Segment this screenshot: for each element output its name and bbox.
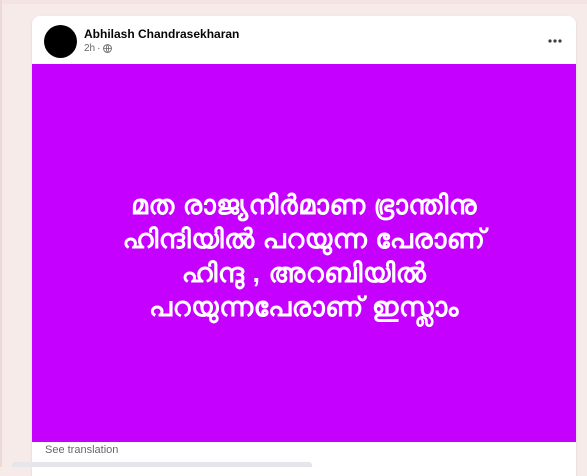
post-image[interactable]: മത രാജ്യനിർമാണ ഭ്രാന്തിനു ഹിന്ദിയിൽ പറയു… [32,64,576,442]
image-text-line: ഹിന്ദു , അറബിയിൽ [181,258,427,288]
page-top-strip [0,0,587,4]
author-avatar[interactable] [44,25,77,58]
image-text-line: ഹിന്ദിയിൽ പറയുന്ന പേരാണ് [122,224,486,254]
image-text-line: പറയുന്നപേരാണ് ഇസ്ലാം [149,292,459,322]
meta-separator: · [97,43,101,54]
post-card: Abhilash Chandrasekharan 2h · മത രാജ്യനി… [32,16,576,476]
image-text-line: മത രാജ്യനിർമാണ ഭ്രാന്തിനു [130,190,477,220]
see-translation-link[interactable]: See translation [45,444,118,456]
author-name[interactable]: Abhilash Chandrasekharan [84,27,239,41]
post-meta: 2h · [84,43,113,54]
post-image-text: മത രാജ്യനിർമാണ ഭ്രാന്തിനു ഹിന്ദിയിൽ പറയു… [32,188,576,324]
globe-icon [103,44,113,53]
comment-bar-edge [12,462,312,467]
page-left-rule [0,0,2,467]
post-header: Abhilash Chandrasekharan 2h · [32,16,576,64]
more-options-button[interactable] [542,28,568,54]
more-horizontal-icon [548,39,562,43]
post-timestamp[interactable]: 2h [84,43,95,54]
